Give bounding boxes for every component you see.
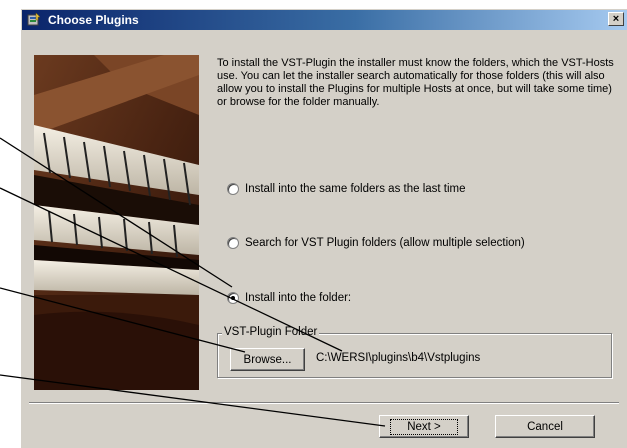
radio-same-folders[interactable] bbox=[227, 183, 239, 195]
next-button[interactable]: Next > bbox=[379, 415, 469, 438]
browse-button[interactable]: Browse... bbox=[230, 348, 305, 371]
radio-install-folder[interactable] bbox=[227, 292, 239, 304]
button-divider bbox=[29, 402, 619, 404]
close-button[interactable]: × bbox=[608, 12, 624, 26]
close-icon: × bbox=[612, 13, 620, 25]
intro-text: To install the VST-Plugin the installer … bbox=[217, 57, 614, 108]
next-button-label: Next > bbox=[390, 418, 458, 435]
choose-plugins-dialog: Choose Plugins × To install the VST-Plug… bbox=[20, 8, 627, 448]
folder-path: C:\WERSI\plugins\b4\Vstplugins bbox=[316, 352, 481, 364]
radio-search-folders[interactable] bbox=[227, 237, 239, 249]
browse-button-label: Browse... bbox=[243, 353, 292, 366]
window-title: Choose Plugins bbox=[48, 13, 139, 27]
cancel-button-label: Cancel bbox=[527, 420, 563, 433]
option-search-folders[interactable]: Search for VST Plugin folders (allow mul… bbox=[227, 235, 525, 251]
option-install-folder[interactable]: Install into the folder: bbox=[227, 290, 351, 306]
organ-keyboard-image bbox=[34, 55, 199, 390]
vst-plugin-folder-group: VST-Plugin Folder Browse... C:\WERSI\plu… bbox=[217, 326, 612, 378]
option-same-folders[interactable]: Install into the same folders as the las… bbox=[227, 181, 466, 197]
option-install-folder-label: Install into the folder: bbox=[245, 292, 352, 304]
title-bar[interactable]: Choose Plugins × bbox=[22, 10, 627, 30]
option-search-folders-label: Search for VST Plugin folders (allow mul… bbox=[245, 237, 525, 249]
installer-icon bbox=[27, 13, 41, 26]
cancel-button[interactable]: Cancel bbox=[495, 415, 595, 438]
folder-group-legend: VST-Plugin Folder bbox=[222, 326, 320, 338]
option-same-folders-label: Install into the same folders as the las… bbox=[245, 183, 466, 195]
